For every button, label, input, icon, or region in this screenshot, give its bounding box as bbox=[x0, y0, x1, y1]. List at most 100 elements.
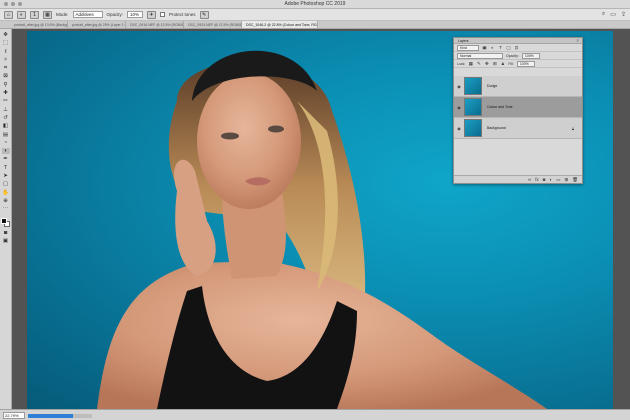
gradient-tool-icon[interactable]: ▤ bbox=[2, 132, 10, 138]
layer-thumbnail bbox=[464, 119, 482, 137]
fill-label: Fill: bbox=[508, 61, 514, 66]
dodge-tool-icon[interactable]: ◖ bbox=[1, 148, 10, 155]
lock-position-icon[interactable]: ✥ bbox=[484, 61, 489, 67]
lock-pixels-icon[interactable]: ▦ bbox=[468, 61, 473, 67]
new-adjustment-icon[interactable]: ◐ bbox=[550, 177, 553, 182]
lock-label: Lock: bbox=[457, 61, 466, 66]
title-bar: Adobe Photoshop CC 2019 bbox=[0, 0, 630, 9]
history-brush-tool-icon[interactable]: ↺ bbox=[2, 115, 10, 121]
quick-mask-icon[interactable]: ◙ bbox=[2, 230, 10, 236]
opacity-field[interactable]: 10% bbox=[127, 11, 144, 18]
zoom-level-field[interactable]: 22.79% bbox=[3, 412, 25, 419]
brush-size-value: 1 bbox=[33, 11, 36, 18]
marquee-tool-icon[interactable]: ⬚ bbox=[2, 40, 10, 46]
lock-artboard-icon[interactable]: ⊞ bbox=[492, 61, 497, 67]
tool-preset-picker[interactable]: ◐ bbox=[17, 10, 26, 19]
tab-portrait-after-2[interactable]: portrait_after.jpg @ 25% (Layer 1 copy 2… bbox=[68, 21, 126, 28]
visibility-eye-icon[interactable]: ◉ bbox=[456, 105, 462, 110]
minimize-window-icon[interactable] bbox=[11, 2, 15, 6]
layer-name[interactable]: Colour and Tone bbox=[487, 105, 513, 109]
filter-pixel-icon[interactable]: ▣ bbox=[482, 45, 487, 51]
filter-smart-icon[interactable]: ⊡ bbox=[514, 45, 519, 51]
progress-fill bbox=[28, 414, 73, 418]
layer-thumbnail bbox=[464, 77, 482, 95]
blur-tool-icon[interactable]: ◔ bbox=[2, 140, 10, 146]
pen-tool-icon[interactable]: ✒ bbox=[2, 156, 10, 162]
progress-bar bbox=[28, 414, 92, 418]
fill-field[interactable]: 100% bbox=[516, 60, 535, 67]
share-icon[interactable]: ⇪ bbox=[621, 11, 626, 18]
lock-icon: 🔒︎ bbox=[571, 126, 574, 131]
blend-mode-select[interactable]: Normal bbox=[457, 52, 503, 59]
tab-dsc-1046-active[interactable]: DSC_1046-2 @ 22.8% (Colour and Tone, RGB… bbox=[242, 21, 318, 28]
color-swatches[interactable] bbox=[0, 217, 11, 228]
screen-mode-icon[interactable]: ▣ bbox=[2, 238, 10, 244]
layer-name[interactable]: Dodge bbox=[487, 84, 497, 88]
type-tool-icon[interactable]: T bbox=[2, 165, 10, 171]
lock-all-icon[interactable]: 🔒︎ bbox=[500, 61, 505, 67]
status-bar: 22.79% bbox=[0, 409, 630, 420]
home-icon[interactable]: ⌂ bbox=[4, 10, 13, 19]
window-title: Adobe Photoshop CC 2019 bbox=[284, 1, 346, 7]
tools-panel: ✥ ⬚ ℓ ✧ ⌗ ⊠ ⚲ ✚ ✏ ⊥ ↺ ◧ ▤ ◔ ◖ ✒ T ➤ ▢ ✋ … bbox=[0, 29, 12, 409]
link-layers-icon[interactable]: ∞ bbox=[528, 177, 531, 182]
options-bar: ⌂ ◐ 1 ▦ Mode: Additives Opacity: 10% ✈ P… bbox=[0, 9, 630, 21]
more-tools-icon[interactable]: ⋯ bbox=[2, 206, 10, 212]
layer-style-icon[interactable]: fx bbox=[535, 177, 539, 182]
delete-layer-icon[interactable]: 🗑︎ bbox=[572, 177, 578, 183]
quick-select-tool-icon[interactable]: ✧ bbox=[2, 57, 10, 63]
tab-dsc-0916[interactable]: DSC_0916.NEF @ 12.5% (RGB/8) bbox=[126, 21, 184, 28]
pressure-icon[interactable]: ✎ bbox=[199, 10, 209, 19]
visibility-eye-icon[interactable]: ◉ bbox=[456, 84, 462, 89]
layer-filter-row: Kind ▣ ◐ T ▢ ⊡ bbox=[454, 44, 582, 52]
lasso-tool-icon[interactable]: ℓ bbox=[2, 49, 10, 55]
path-select-tool-icon[interactable]: ➤ bbox=[2, 173, 10, 179]
filter-shape-icon[interactable]: ▢ bbox=[506, 45, 511, 51]
layers-panel: Layers ≡ Kind ▣ ◐ T ▢ ⊡ Normal Opacity: … bbox=[453, 37, 583, 184]
eyedropper-tool-icon[interactable]: ⚲ bbox=[2, 82, 10, 88]
stamp-tool-icon[interactable]: ⊥ bbox=[2, 107, 10, 113]
visibility-eye-icon[interactable]: ◉ bbox=[456, 126, 462, 131]
layer-row-dodge[interactable]: ◉ Dodge bbox=[454, 76, 582, 97]
foreground-color-swatch[interactable] bbox=[0, 217, 7, 224]
mode-label: Mode: bbox=[56, 12, 69, 17]
layers-tab[interactable]: Layers bbox=[454, 39, 469, 43]
layer-opacity-label: Opacity: bbox=[506, 53, 519, 58]
layers-panel-header: Layers ≡ bbox=[454, 38, 582, 44]
mode-select[interactable]: Additives bbox=[72, 11, 103, 18]
new-layer-icon[interactable]: ⊞ bbox=[565, 177, 569, 183]
layer-row-background[interactable]: ◉ Background 🔒︎ bbox=[454, 118, 582, 139]
kind-filter-select[interactable]: Kind bbox=[457, 44, 479, 51]
eraser-tool-icon[interactable]: ◧ bbox=[2, 123, 10, 129]
filter-type-icon[interactable]: T bbox=[498, 45, 503, 51]
layer-row-colour-and-tone[interactable]: ◉ Colour and Tone bbox=[454, 97, 582, 118]
shape-tool-icon[interactable]: ▢ bbox=[2, 181, 10, 187]
healing-tool-icon[interactable]: ✚ bbox=[2, 90, 10, 96]
brush-settings-icon[interactable]: ▦ bbox=[43, 10, 52, 19]
close-window-icon[interactable] bbox=[4, 2, 8, 6]
layer-opacity-field[interactable]: 100% bbox=[521, 52, 540, 59]
hand-tool-icon[interactable]: ✋ bbox=[2, 190, 10, 196]
protect-tones-label: Protect tones bbox=[169, 12, 196, 17]
brush-preset-picker[interactable]: 1 bbox=[30, 10, 39, 19]
airbrush-icon[interactable]: ✈ bbox=[147, 10, 157, 19]
frame-tool-icon[interactable]: ⊠ bbox=[2, 73, 10, 79]
lock-paint-icon[interactable]: ✎ bbox=[476, 61, 481, 67]
panel-menu-icon[interactable]: ≡ bbox=[577, 38, 579, 44]
new-group-icon[interactable]: ▭ bbox=[556, 177, 560, 183]
zoom-tool-icon[interactable]: ⊕ bbox=[2, 198, 10, 204]
layer-thumbnail bbox=[464, 98, 482, 116]
tab-portrait-after-1[interactable]: portrait_after.jpg @ 13.6% (Background c… bbox=[10, 21, 68, 28]
window-controls[interactable] bbox=[4, 2, 22, 6]
workspace-icon[interactable]: ▭ bbox=[610, 11, 616, 18]
layer-name[interactable]: Background bbox=[487, 126, 506, 130]
add-mask-icon[interactable]: ◙ bbox=[543, 177, 546, 182]
filter-adjustment-icon[interactable]: ◐ bbox=[490, 45, 495, 51]
maximize-window-icon[interactable] bbox=[18, 2, 22, 6]
crop-tool-icon[interactable]: ⌗ bbox=[2, 65, 10, 71]
search-icon[interactable]: ⌕ bbox=[602, 11, 605, 18]
move-tool-icon[interactable]: ✥ bbox=[2, 32, 10, 38]
protect-tones-checkbox[interactable] bbox=[160, 12, 166, 17]
tab-dsc-0924[interactable]: DSC_0924.NEF @ 12.5% (RGB/8) bbox=[184, 21, 242, 28]
brush-tool-icon[interactable]: ✏ bbox=[2, 98, 10, 104]
